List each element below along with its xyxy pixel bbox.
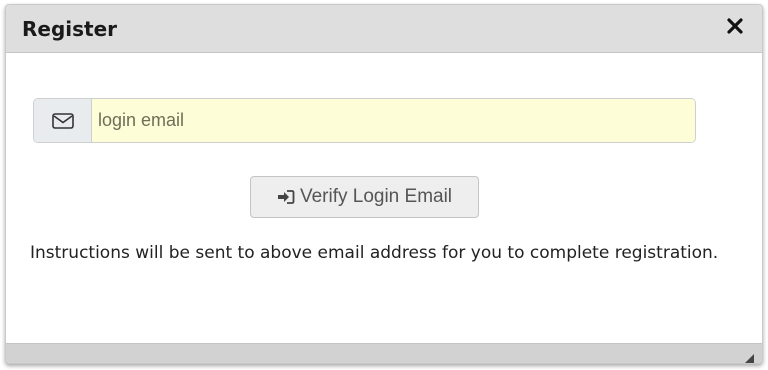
verify-button-label: Verify Login Email [299,186,453,207]
close-icon [727,18,743,34]
resize-grip[interactable] [745,350,754,363]
resize-grip-icon [745,354,754,363]
dialog-footer [6,343,762,363]
sign-in-icon [277,190,295,204]
verify-login-email-button[interactable]: Verify Login Email [250,176,479,218]
close-button[interactable] [722,13,748,39]
dialog-titlebar[interactable]: Register [6,5,762,53]
email-input-group [33,98,696,143]
instructions-text: Instructions will be sent to above email… [30,243,719,263]
email-field[interactable] [92,99,695,142]
email-addon [34,99,92,142]
register-dialog: Register Verify Login Email Instructions… [5,4,763,364]
dialog-title: Register [22,17,118,41]
envelope-icon [51,112,74,129]
